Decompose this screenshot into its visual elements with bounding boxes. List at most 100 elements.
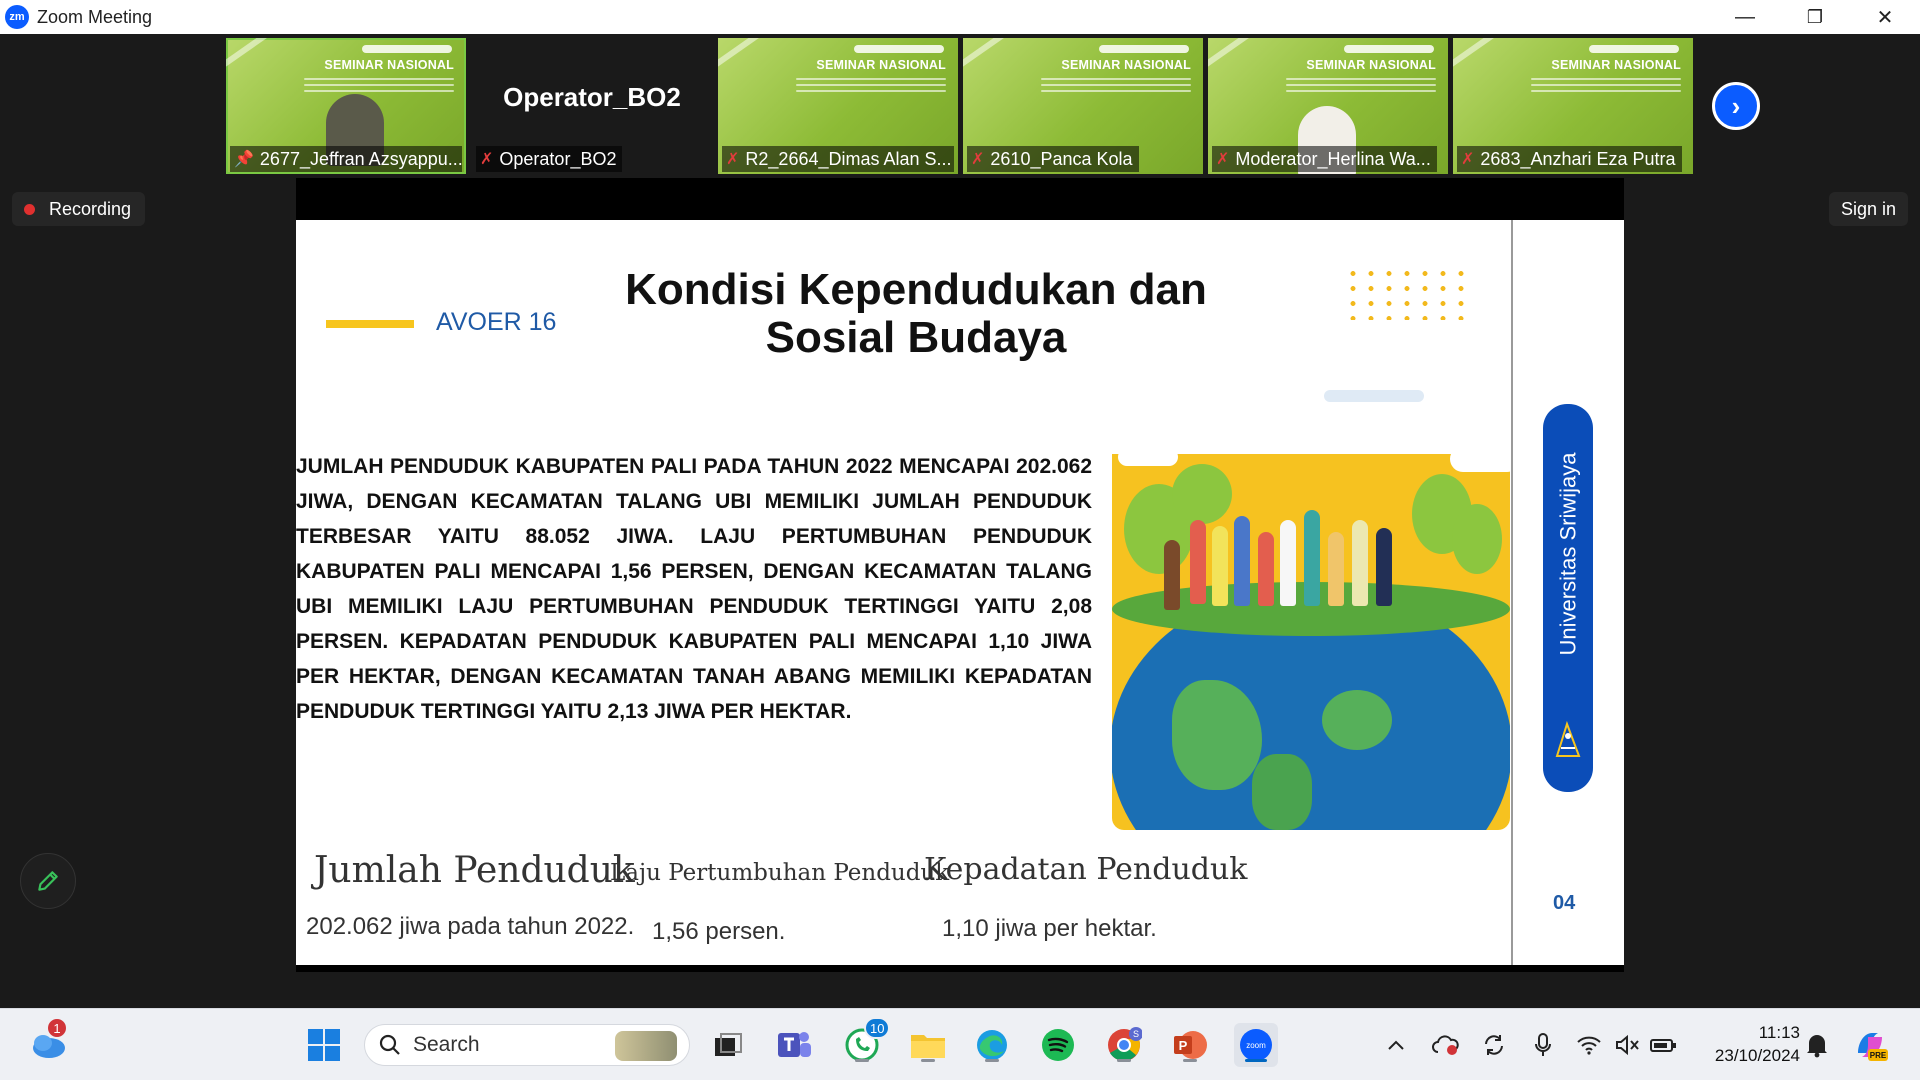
slide-title-line2: Sosial Budaya: [765, 313, 1067, 362]
whatsapp-badge: 10: [864, 1017, 891, 1039]
svg-text:PRE: PRE: [1870, 1051, 1887, 1060]
clock-time: 11:13: [1758, 1023, 1800, 1042]
virtual-background-heading: SEMINAR NASIONAL: [1551, 58, 1681, 72]
participant-name: 2610_Panca Kola: [990, 148, 1133, 169]
teams-icon: [778, 1032, 811, 1057]
slide-page-number: 04: [1553, 892, 1576, 914]
sign-in-label: Sign in: [1840, 198, 1896, 219]
teams-button[interactable]: [772, 1023, 816, 1067]
participant-tile[interactable]: SEMINAR NASIONAL ✗ R2_2664_Dimas Alan S..…: [718, 38, 958, 174]
clock-date: 23/10/2024: [1714, 1046, 1800, 1065]
copilot-button[interactable]: PRE: [1848, 1023, 1892, 1067]
weather-widget[interactable]: 1: [26, 1017, 70, 1067]
participant-display-name: Operator_BO2: [503, 82, 681, 112]
participant-gallery: SEMINAR NASIONAL 📌 2677_Jeffran Azsyappu.…: [0, 34, 1920, 176]
sync-icon: [1485, 1035, 1503, 1055]
slide-tag: AVOER 16: [436, 308, 557, 336]
show-hidden-icons-button[interactable]: [1380, 1023, 1412, 1067]
spotify-button[interactable]: [1036, 1023, 1080, 1067]
close-button[interactable]: ✕: [1850, 0, 1920, 34]
file-explorer-button[interactable]: [906, 1023, 950, 1067]
mic-muted-icon: ✗: [726, 151, 740, 168]
annotate-button[interactable]: [20, 853, 76, 909]
mic-muted-icon: ✗: [480, 151, 494, 168]
svg-text:P: P: [1179, 1038, 1188, 1053]
weather-badge: 1: [46, 1017, 68, 1039]
notifications-button[interactable]: [1800, 1023, 1834, 1067]
virtual-background-heading: SEMINAR NASIONAL: [1061, 58, 1191, 72]
cloud-decoration: [1324, 390, 1424, 402]
microphone-icon: [1535, 1033, 1551, 1056]
sponsor-logos-icon: [362, 45, 452, 53]
participant-name: 2677_Jeffran Azsyappu...: [259, 148, 462, 169]
chrome-button[interactable]: S: [1102, 1023, 1146, 1067]
virtual-background-heading: SEMINAR NASIONAL: [1306, 58, 1436, 72]
stat-value-growth: 1,56 persen.: [652, 918, 786, 945]
dot-grid-decoration: [1344, 266, 1468, 320]
slide-paragraph: JUMLAH PENDUDUK KABUPATEN PALI PADA TAHU…: [296, 455, 1092, 723]
participant-tile[interactable]: SEMINAR NASIONAL ✗ 2610_Panca Kola: [963, 38, 1203, 174]
recording-indicator[interactable]: Recording: [12, 192, 146, 226]
volume-button[interactable]: [1610, 1023, 1644, 1067]
stat-label-growth: Laju Pertumbuhan Penduduk: [610, 860, 950, 886]
gallery-next-button[interactable]: ›: [1712, 82, 1760, 130]
clock[interactable]: 11:13 23/10/2024: [1690, 1021, 1800, 1067]
edge-icon: [977, 1030, 1007, 1060]
task-view-button[interactable]: [706, 1023, 750, 1067]
participant-tile[interactable]: SEMINAR NASIONAL 📌 2677_Jeffran Azsyappu.…: [226, 38, 466, 174]
sign-in-button[interactable]: Sign in: [1828, 192, 1908, 226]
battery-button[interactable]: [1646, 1023, 1680, 1067]
minimize-button[interactable]: —: [1710, 0, 1780, 34]
search-highlight-image: [615, 1031, 677, 1061]
people-on-globe-illustration: [1112, 454, 1510, 830]
participant-name: R2_2664_Dimas Alan S...: [745, 148, 952, 169]
maximize-button[interactable]: ❐: [1780, 0, 1850, 34]
powerpoint-icon: P: [1174, 1031, 1207, 1059]
slide-title: Kondisi Kependudukan dan Sosial Budaya: [596, 266, 1236, 362]
chrome-icon: S: [1108, 1027, 1142, 1061]
participant-tile[interactable]: SEMINAR NASIONAL ✗ Moderator_Herlina Wa..…: [1208, 38, 1448, 174]
microphone-button[interactable]: [1526, 1023, 1560, 1067]
participant-tile[interactable]: SEMINAR NASIONAL ✗ 2683_Anzhari Eza Putra: [1453, 38, 1693, 174]
stat-value-population: 202.062 jiwa pada tahun 2022.: [306, 913, 635, 940]
wifi-button[interactable]: [1572, 1023, 1606, 1067]
university-logo-icon: [1555, 720, 1581, 757]
university-name: Universitas Sriwijaya: [1555, 452, 1581, 656]
notification-bell-icon: [1807, 1035, 1827, 1058]
powerpoint-button[interactable]: P: [1168, 1023, 1212, 1067]
stat-label-density: Kepadatan Penduduk: [924, 852, 1248, 887]
shared-screen: AVOER 16 Kondisi Kependudukan dan Sosial…: [296, 178, 1624, 972]
virtual-background-heading: SEMINAR NASIONAL: [324, 58, 454, 72]
task-view-icon: [715, 1033, 742, 1056]
sync-button[interactable]: [1476, 1023, 1512, 1067]
stat-value-density: 1,10 jiwa per hektar.: [942, 915, 1157, 942]
sponsor-logos-icon: [1344, 45, 1434, 53]
zoom-icon: zoom: [1240, 1029, 1272, 1061]
cloud-status-button[interactable]: [1428, 1023, 1464, 1067]
participant-tile[interactable]: Operator_BO2 ✗ Operator_BO2: [472, 38, 712, 174]
chevron-right-icon: ›: [1731, 90, 1741, 121]
file-explorer-icon: [911, 1035, 945, 1058]
search-placeholder: Search: [413, 1033, 480, 1056]
mic-muted-icon: ✗: [971, 151, 985, 168]
stat-label-population: Jumlah Penduduk: [314, 850, 635, 891]
participant-name: Operator_BO2: [499, 148, 617, 169]
whatsapp-button[interactable]: 10: [840, 1017, 891, 1067]
mic-muted-icon: ✗: [1461, 151, 1475, 168]
taskbar-search-box[interactable]: Search: [364, 1024, 690, 1066]
svg-text:S: S: [1133, 1029, 1139, 1039]
zoom-button[interactable]: zoom: [1234, 1023, 1278, 1067]
search-icon: [379, 1034, 400, 1055]
participant-name: Moderator_Herlina Wa...: [1235, 148, 1431, 169]
copilot-icon: PRE: [1858, 1033, 1888, 1061]
windows-taskbar: 1 Search 10 S P zoom 11:13 23/10/2024 PR…: [0, 1008, 1920, 1080]
participant-name: 2683_Anzhari Eza Putra: [1480, 148, 1676, 169]
chevron-up-icon: [1388, 1040, 1404, 1050]
edge-button[interactable]: [970, 1023, 1014, 1067]
presentation-slide: AVOER 16 Kondisi Kependudukan dan Sosial…: [296, 220, 1624, 965]
zoom-logo-icon: zm: [5, 5, 29, 29]
sponsor-logos-icon: [854, 45, 944, 53]
wifi-icon: [1577, 1036, 1601, 1055]
windows-start-icon: [308, 1029, 340, 1061]
start-button[interactable]: [302, 1023, 346, 1067]
